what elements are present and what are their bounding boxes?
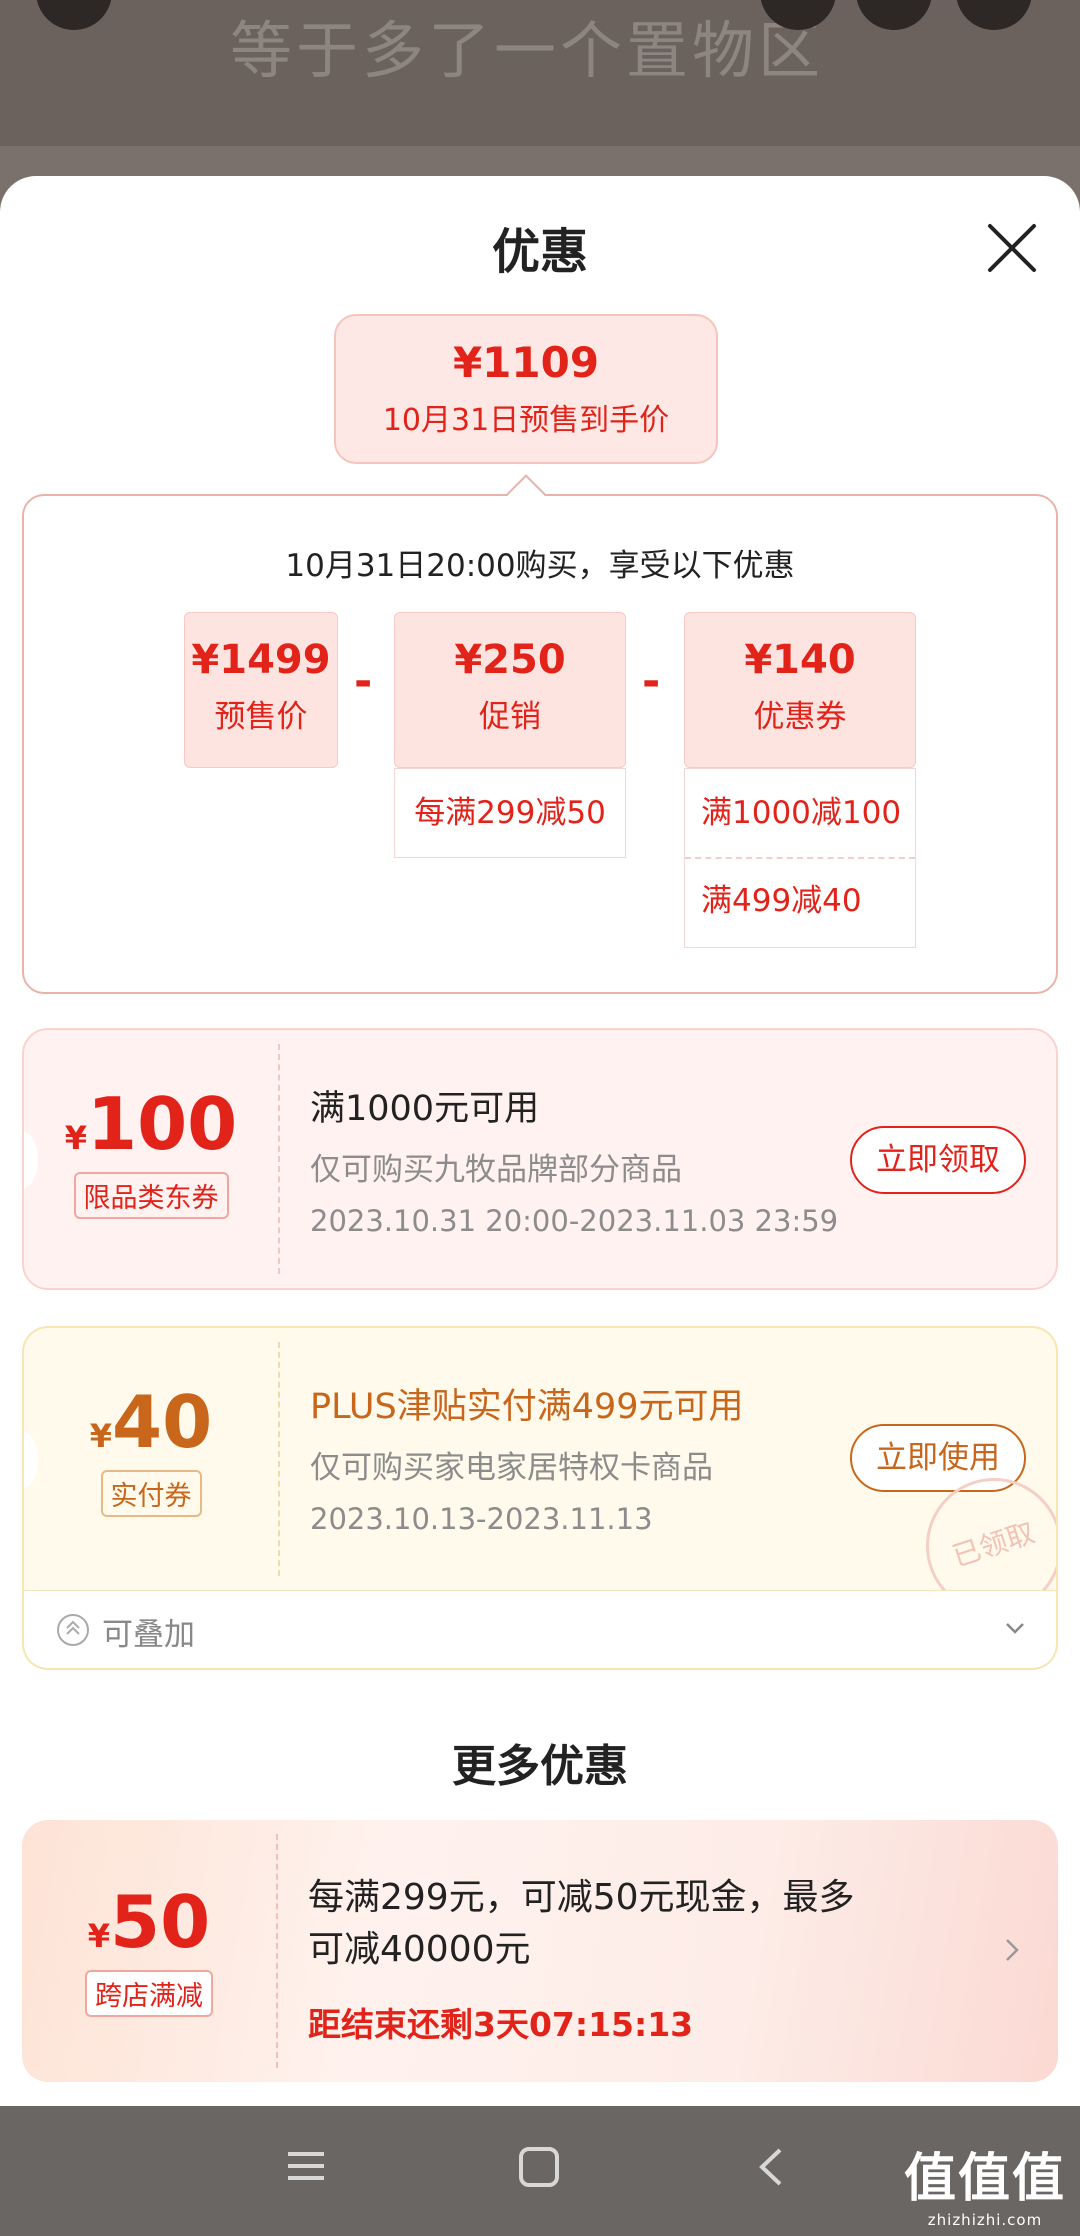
background-title: 等于多了一个置物区 bbox=[230, 14, 825, 87]
coupon-amount: 100 bbox=[86, 1082, 238, 1166]
coupon-total-box: ¥140 优惠券 bbox=[684, 612, 916, 768]
share-icon[interactable] bbox=[856, 0, 932, 30]
coupon-value-area: ¥40 实付券 bbox=[24, 1328, 278, 1590]
coupon-divider bbox=[278, 1342, 280, 1576]
back-icon[interactable] bbox=[36, 0, 112, 30]
offer-value-area: ¥50 跨店满减 bbox=[22, 1820, 276, 2082]
more-offers-title: 更多优惠 bbox=[452, 1741, 628, 1792]
watermark-title: 值值值 bbox=[903, 2149, 1066, 2209]
offer-amount: 50 bbox=[110, 1880, 211, 1964]
breakdown-heading: 10月31日20:00购买，享受以下优惠 bbox=[285, 548, 795, 584]
promotion-box: ¥250 促销 bbox=[394, 612, 626, 768]
final-price: ¥1109 bbox=[452, 338, 600, 387]
presale-price-label: 预售价 bbox=[214, 699, 308, 735]
minus-sign: - bbox=[354, 656, 373, 707]
offer-currency: ¥ bbox=[87, 1917, 111, 1955]
coupon-detail: 满1000减100 bbox=[701, 795, 902, 831]
presale-price-box: ¥1499 预售价 bbox=[184, 612, 338, 768]
final-price-label: 10月31日预售到手价 bbox=[382, 403, 670, 438]
coupon-type-tag: 实付券 bbox=[100, 1470, 202, 1517]
watermark-url: zhizhizhi.com bbox=[927, 2211, 1043, 2229]
promotion-label: 促销 bbox=[479, 699, 541, 735]
chevron-down-icon[interactable] bbox=[1004, 1617, 1026, 1639]
coupon-description: 仅可购买家电家居特权卡商品 bbox=[310, 1450, 713, 1486]
coupon-title: PLUS津贴实付满499元可用 bbox=[310, 1387, 744, 1427]
coupon-title: 满1000元可用 bbox=[310, 1089, 540, 1129]
coupon-description: 仅可购买九牧品牌部分商品 bbox=[310, 1152, 682, 1188]
back-icon[interactable] bbox=[756, 2146, 786, 2188]
sheet-title: 优惠 bbox=[491, 224, 588, 280]
stackable-row[interactable]: 可叠加 bbox=[22, 1590, 1058, 1670]
system-navigation-bar: 值值值 zhizhizhi.com bbox=[0, 2106, 1080, 2236]
offer-countdown: 距结束还剩3天07:15:13 bbox=[308, 2005, 694, 2044]
home-icon[interactable] bbox=[518, 2146, 560, 2188]
more-icon[interactable] bbox=[956, 0, 1032, 30]
coupon-currency: ¥ bbox=[64, 1119, 87, 1157]
coupon-total-amount: ¥140 bbox=[744, 637, 856, 683]
price-breakdown: 10月31日20:00购买，享受以下优惠 ¥1499 预售价 - ¥250 促销… bbox=[22, 494, 1058, 994]
discount-sheet: 优惠 ¥1109 10月31日预售到手价 10月31日20:00购买，享受以下优… bbox=[0, 176, 1080, 2106]
coupon-amount: 40 bbox=[112, 1380, 213, 1464]
background-header: 等于多了一个置物区 bbox=[0, 0, 1080, 146]
watermark: 值值值 zhizhizhi.com bbox=[904, 2136, 1066, 2229]
coupon-total-label: 优惠券 bbox=[753, 699, 847, 735]
cross-store-offer-card[interactable]: ¥50 跨店满减 每满299元，可减50元现金，最多可减40000元 距结束还剩… bbox=[22, 1820, 1058, 2082]
coupon-type-tag: 限品类东券 bbox=[73, 1172, 229, 1219]
coupon-card: ¥40 实付券 PLUS津贴实付满499元可用 仅可购买家电家居特权卡商品 20… bbox=[22, 1326, 1058, 1590]
coupon-currency: ¥ bbox=[89, 1417, 113, 1455]
coupon-value-area: ¥100 限品类东券 bbox=[24, 1030, 278, 1288]
offer-type-tag: 跨店满减 bbox=[85, 1970, 213, 2017]
coupon-validity: 2023.10.13-2023.11.13 bbox=[310, 1502, 653, 1536]
coupon-divider bbox=[278, 1044, 280, 1274]
final-price-bubble: ¥1109 10月31日预售到手价 bbox=[334, 314, 718, 464]
coupon-detail: 满499减40 bbox=[701, 883, 862, 919]
offer-title: 每满299元，可减50元现金，最多可减40000元 bbox=[308, 1877, 855, 1970]
coupon-detail-list: 满1000减100 满499减40 bbox=[684, 768, 916, 948]
chevron-right-icon[interactable] bbox=[1002, 1936, 1022, 1964]
promotion-detail: 每满299减50 bbox=[394, 768, 626, 858]
stackable-label: 可叠加 bbox=[102, 1617, 195, 1653]
promotion-amount: ¥250 bbox=[454, 637, 566, 683]
divider bbox=[685, 857, 915, 859]
stack-icon bbox=[57, 1614, 89, 1646]
offer-divider bbox=[276, 1834, 278, 2068]
claim-coupon-button[interactable]: 立即领取 bbox=[850, 1126, 1026, 1194]
coupon-validity: 2023.10.31 20:00-2023.11.03 23:59 bbox=[310, 1204, 839, 1238]
coupon-card: ¥100 限品类东券 满1000元可用 仅可购买九牧品牌部分商品 2023.10… bbox=[22, 1028, 1058, 1290]
minus-sign: - bbox=[642, 656, 661, 707]
menu-icon[interactable] bbox=[286, 2146, 326, 2186]
presale-price: ¥1499 bbox=[191, 637, 331, 683]
close-icon[interactable] bbox=[982, 218, 1042, 278]
